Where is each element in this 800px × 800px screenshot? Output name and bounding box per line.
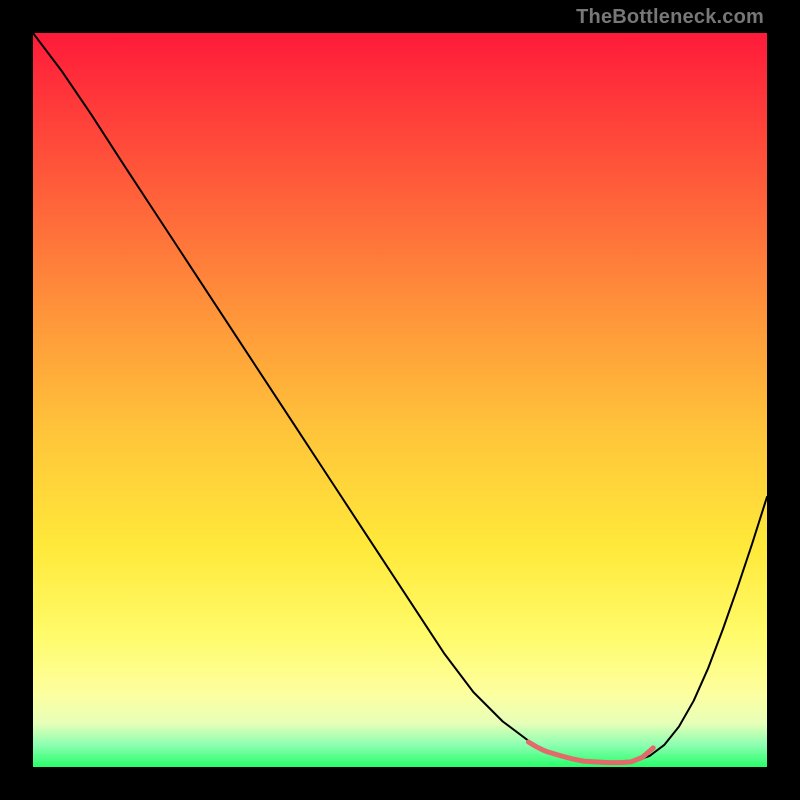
chart-svg — [33, 33, 767, 767]
series-optimal-zone-marker — [528, 742, 653, 763]
plot-area — [33, 33, 767, 767]
series-bottleneck-curve — [33, 33, 767, 763]
watermark-text: TheBottleneck.com — [576, 6, 764, 29]
